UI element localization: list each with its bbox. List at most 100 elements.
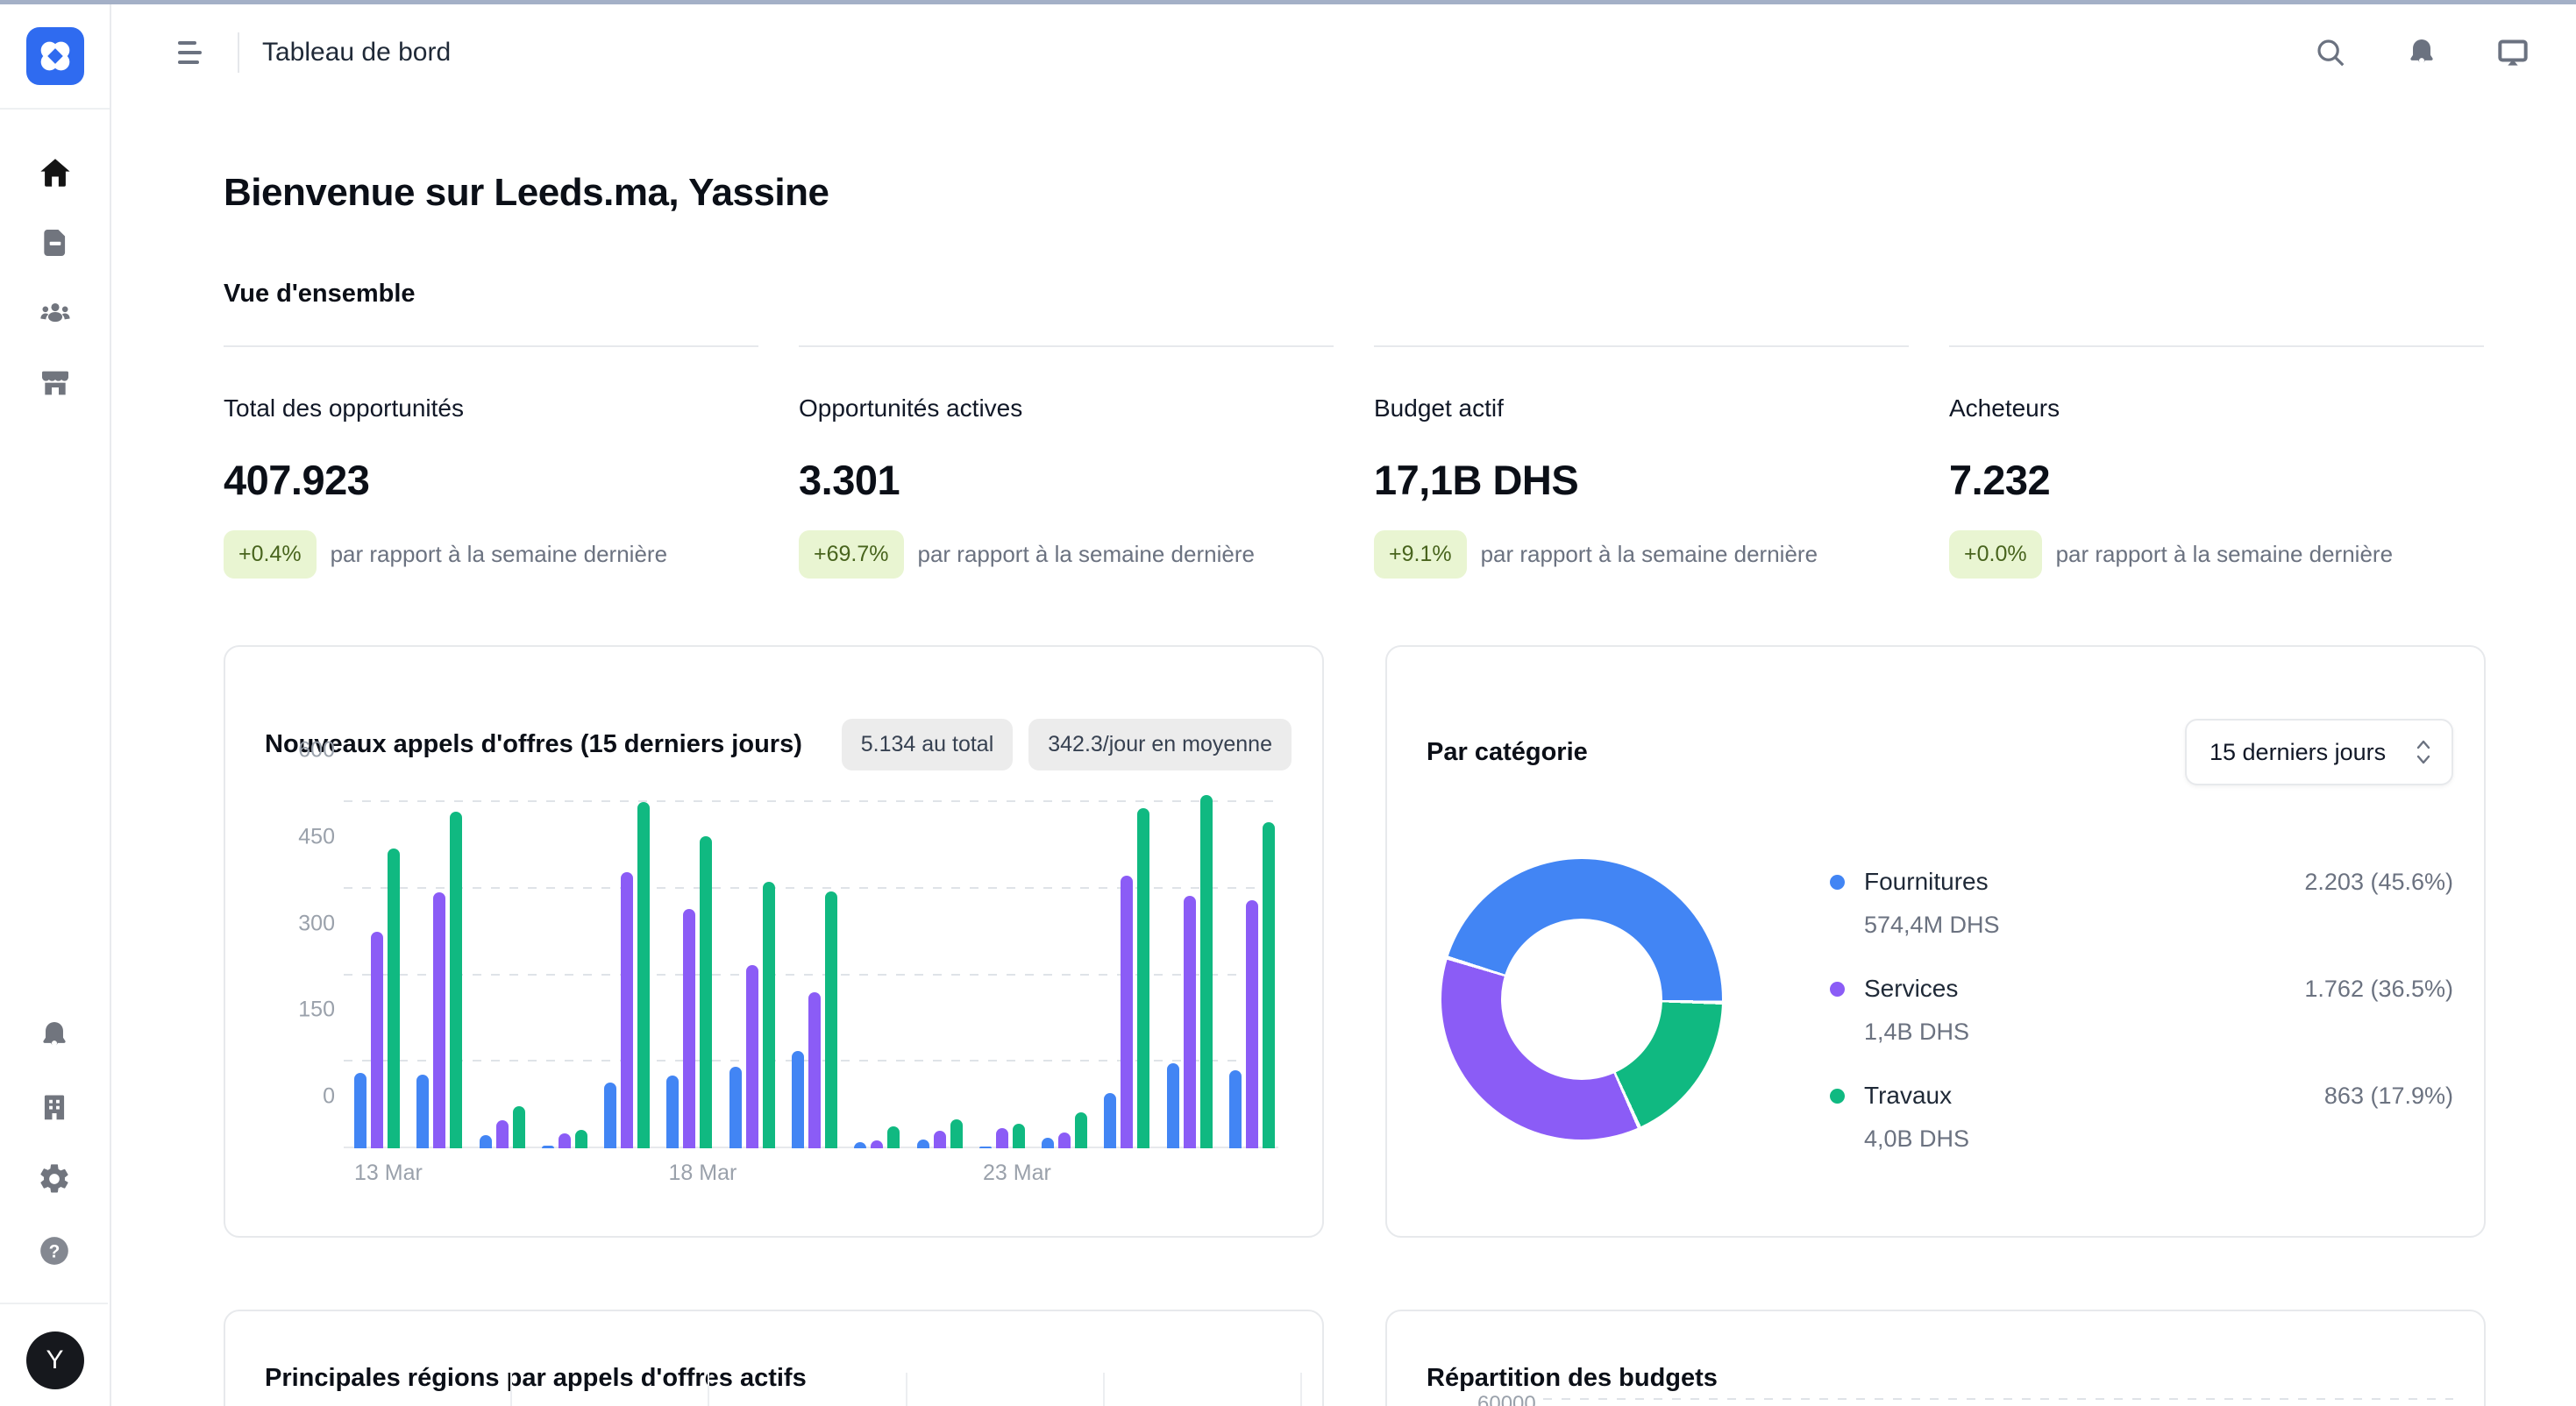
bar-green	[950, 1119, 963, 1148]
total-badge: 5.134 au total	[842, 719, 1014, 770]
bell-icon	[2405, 36, 2438, 69]
stats-row: Total des opportunités 407.923 +0.4% par…	[224, 345, 2486, 579]
x-tick-label: 13 Mar	[354, 1161, 395, 1186]
logo-container	[0, 4, 110, 110]
bar-blue	[729, 1067, 742, 1148]
bar-purple	[371, 932, 383, 1148]
stat-delta-badge: +69.7%	[799, 530, 904, 579]
bar-green	[513, 1106, 525, 1148]
stat-value: 17,1B DHS	[1374, 456, 1909, 504]
donut-hole	[1501, 919, 1662, 1080]
x-tick-label	[1235, 1161, 1275, 1186]
legend-label: Travaux	[1864, 1082, 1952, 1110]
sidebar-settings[interactable]	[35, 1160, 74, 1198]
stat-note: par rapport à la semaine dernière	[918, 541, 1255, 568]
display-button[interactable]	[2495, 35, 2530, 70]
bar-group	[542, 1130, 587, 1148]
y-tick-label: 600	[298, 738, 335, 763]
help-icon: ?	[37, 1233, 72, 1268]
page-title: Tableau de bord	[262, 38, 451, 67]
bar-group	[792, 891, 837, 1148]
monitor-icon	[2495, 35, 2530, 70]
bar-blue	[979, 1147, 992, 1148]
bar-group	[1229, 822, 1275, 1148]
bar-group	[979, 1124, 1025, 1148]
bar-purple	[871, 1140, 883, 1148]
x-tick-label	[1171, 1161, 1212, 1186]
stat-label: Total des opportunités	[224, 394, 758, 423]
sidebar-bottom-nav: ?	[0, 1016, 108, 1270]
stat-note: par rapport à la semaine dernière	[2056, 541, 2393, 568]
bar-green	[887, 1126, 900, 1148]
stat-active-opportunities: Opportunités actives 3.301 +69.7% par ra…	[799, 345, 1334, 579]
sidebar-notifications[interactable]	[35, 1016, 74, 1054]
legend-budget: 4,0B DHS	[1864, 1126, 2453, 1153]
topbar: Tableau de bord	[113, 4, 2576, 101]
bar-green	[637, 802, 650, 1148]
bar-blue	[604, 1083, 616, 1148]
overview-section-title: Vue d'ensemble	[224, 280, 2486, 309]
stat-note: par rapport à la semaine dernière	[331, 541, 667, 568]
logo-petals-icon	[36, 37, 75, 75]
stat-delta-badge: +0.4%	[224, 530, 317, 579]
search-button[interactable]	[2313, 35, 2348, 70]
average-badge: 342.3/jour en moyenne	[1028, 719, 1292, 770]
x-tick-label	[857, 1161, 898, 1186]
bar-blue	[792, 1051, 804, 1148]
budget-distribution-card: Répartition des budgets 60000	[1385, 1310, 2486, 1406]
sidebar-help[interactable]: ?	[35, 1232, 74, 1270]
bar-green	[1137, 808, 1149, 1148]
bar-chart-x-axis: 13 Mar18 Mar23 Mar	[354, 1161, 1275, 1186]
stat-delta-badge: +9.1%	[1374, 530, 1467, 579]
notifications-button[interactable]	[2404, 35, 2439, 70]
sidebar-item-home[interactable]	[36, 153, 75, 192]
sidebar-item-documents[interactable]	[36, 224, 75, 262]
budget-chart: 60000	[1427, 1373, 2453, 1406]
bar-blue	[542, 1146, 554, 1148]
new-tenders-card: Nouveaux appels d'offres (15 derniers jo…	[224, 645, 1324, 1238]
people-icon	[37, 295, 74, 331]
category-donut-chart	[1441, 859, 1722, 1140]
sidebar-nav	[0, 110, 110, 402]
stat-label: Opportunités actives	[799, 394, 1334, 423]
menu-icon[interactable]	[178, 41, 208, 64]
bar-purple	[1184, 896, 1196, 1148]
bar-green	[575, 1130, 587, 1148]
bar-chart-y-axis: 0150300450600	[265, 750, 335, 1097]
bar-purple	[1058, 1133, 1071, 1148]
stat-note: par rapport à la semaine dernière	[1481, 541, 1818, 568]
bar-green	[1075, 1112, 1087, 1148]
welcome-heading: Bienvenue sur Leeds.ma, Yassine	[224, 171, 2486, 215]
bar-purple	[496, 1120, 509, 1148]
home-icon	[37, 154, 74, 191]
user-avatar[interactable]: Y	[26, 1331, 84, 1389]
bar-purple	[683, 909, 695, 1148]
sidebar-item-store[interactable]	[36, 364, 75, 402]
legend-dot-blue	[1830, 875, 1845, 890]
period-select[interactable]: 15 derniers jours	[2185, 719, 2453, 785]
x-tick-label	[543, 1161, 583, 1186]
x-tick-label	[1108, 1161, 1149, 1186]
avatar-initial: Y	[46, 1346, 63, 1375]
stat-value: 407.923	[224, 456, 758, 504]
card-title: Par catégorie	[1427, 738, 1588, 767]
x-tick-label	[920, 1161, 960, 1186]
bar-group	[1167, 795, 1213, 1148]
bar-green	[1263, 822, 1275, 1148]
main-content: Bienvenue sur Leeds.ma, Yassine Vue d'en…	[111, 101, 2576, 1406]
bar-green	[1200, 795, 1213, 1148]
bar-purple	[559, 1133, 571, 1148]
legend-item-fournitures: Fournitures 2.203 (45.6%) 574,4M DHS	[1830, 868, 2453, 939]
sidebar-item-people[interactable]	[36, 294, 75, 332]
bar-purple	[621, 872, 633, 1148]
app-logo[interactable]	[26, 27, 84, 85]
chevron-up-down-icon	[2394, 740, 2432, 764]
y-tick-label: 150	[298, 998, 335, 1023]
budget-gridline	[1543, 1398, 2453, 1400]
sidebar-organization[interactable]	[35, 1088, 74, 1126]
document-icon	[39, 226, 72, 259]
bar-blue	[666, 1076, 679, 1148]
stat-value: 3.301	[799, 456, 1334, 504]
x-tick-label: 18 Mar	[669, 1161, 709, 1186]
legend-label: Services	[1864, 975, 1958, 1003]
